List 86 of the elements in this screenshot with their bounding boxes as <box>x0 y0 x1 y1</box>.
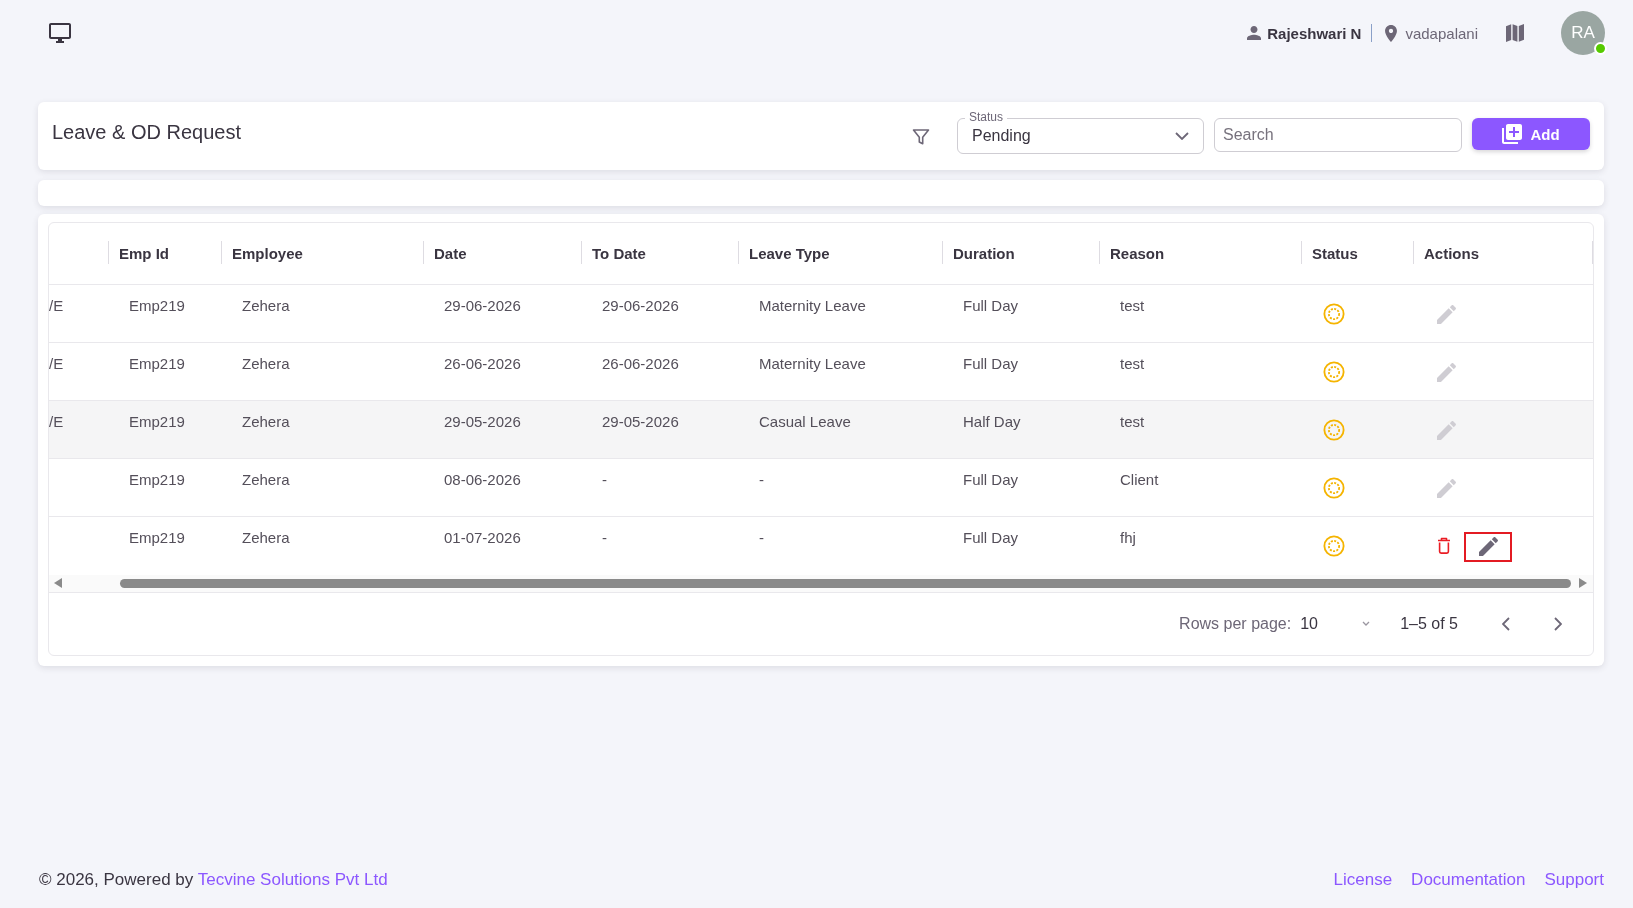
table-cell: Emp219 <box>108 458 221 517</box>
chevron-right-icon <box>1554 616 1562 631</box>
table-cell: Emp219 <box>108 342 221 401</box>
table-cell: Half Day <box>942 400 1099 459</box>
horizontal-scrollbar[interactable] <box>49 574 1593 592</box>
column-header[interactable]: Actions <box>1413 223 1593 285</box>
footer-link[interactable]: Documentation <box>1411 870 1526 890</box>
table-cell: Zehera <box>221 284 423 343</box>
column-header[interactable]: Duration <box>942 223 1099 285</box>
person-icon <box>1247 26 1262 40</box>
map-icon[interactable] <box>1505 23 1525 43</box>
monitor-icon[interactable] <box>49 23 71 43</box>
filter-button[interactable] <box>911 127 931 147</box>
column-header[interactable]: Leave Type <box>738 223 942 285</box>
column-header[interactable]: Employee <box>221 223 423 285</box>
caret-down-icon <box>1362 621 1371 626</box>
column-header[interactable]: Reason <box>1099 223 1301 285</box>
table-cell: Maternity Leave <box>738 342 942 401</box>
table-cell: 08-06-2026 <box>423 458 581 517</box>
table-cell: Zehera <box>221 342 423 401</box>
company-link[interactable]: Tecvine Solutions Pvt Ltd <box>197 870 388 889</box>
chevron-left-icon <box>1502 616 1510 631</box>
table-cell: - <box>581 516 738 575</box>
user-name: Rajeshwari N <box>1267 24 1362 42</box>
filter-icon <box>911 127 931 147</box>
column-header[interactable]: Emp Id <box>108 223 221 285</box>
table-row[interactable]: /E Emp219 Zehera 26-06-2026 26-06-2026 Maternity Leave Full Day test <box>49 342 1593 401</box>
table-cell: 26-06-2026 <box>423 342 581 401</box>
table-cell: Emp219 <box>108 284 221 343</box>
table-row[interactable]: Emp219 Zehera 08-06-2026 - - Full Day Client <box>49 458 1593 517</box>
plus-squares-icon <box>1502 124 1523 144</box>
copyright-text: © 2026, Powered by Tecvine Solutions Pvt Ltd <box>39 870 388 890</box>
table-cell: Full Day <box>942 458 1099 517</box>
footer-link[interactable]: License <box>1333 870 1393 890</box>
table-cell: test <box>1099 284 1301 343</box>
table-cell: - <box>581 458 738 517</box>
pencil-icon <box>1436 305 1456 324</box>
table-cell: 29-05-2026 <box>581 400 738 459</box>
page-range: 1–5 of 5 <box>1400 614 1458 633</box>
table-cell: Client <box>1099 458 1301 517</box>
table-cell: Zehera <box>221 458 423 517</box>
table-cell: /E <box>49 284 108 343</box>
pencil-icon <box>1436 363 1456 382</box>
table-cell: 29-05-2026 <box>423 400 581 459</box>
table-cell: Zehera <box>221 400 423 459</box>
pencil-icon <box>1436 479 1456 498</box>
table-cell: /E <box>49 400 108 459</box>
table-cell: Full Day <box>942 516 1099 575</box>
table-cell: fhj <box>1099 516 1301 575</box>
location-pin-icon <box>1385 24 1398 42</box>
page-title: Leave & OD Request <box>52 120 242 144</box>
table-cell: 26-06-2026 <box>581 342 738 401</box>
table-cell: 29-06-2026 <box>581 284 738 343</box>
table-cell: Casual Leave <box>738 400 942 459</box>
table-row[interactable]: /E Emp219 Zehera 29-06-2026 29-06-2026 Maternity Leave Full Day test <box>49 284 1593 343</box>
table-cell: Emp219 <box>108 516 221 575</box>
table-cell: Full Day <box>942 342 1099 401</box>
table-cell: - <box>738 516 942 575</box>
column-header[interactable]: Status <box>1301 223 1413 285</box>
table-cell: Emp219 <box>108 400 221 459</box>
table-row[interactable]: Emp219 Zehera 01-07-2026 - - Full Day fhj <box>49 516 1593 575</box>
chevron-down-icon <box>1175 132 1189 140</box>
search-field[interactable]: Search <box>1214 118 1462 152</box>
pencil-icon <box>1478 537 1498 557</box>
table-row[interactable]: /E Emp219 Zehera 29-05-2026 29-05-2026 Casual Leave Half Day test <box>49 400 1593 459</box>
status-label: Status <box>965 110 1008 124</box>
table-cell: - <box>738 458 942 517</box>
pencil-icon <box>1436 421 1456 440</box>
table-cell: test <box>1099 400 1301 459</box>
rows-per-page-label: Rows per page: <box>1179 614 1292 633</box>
add-button[interactable]: Add <box>1472 118 1590 150</box>
footer-link[interactable]: Support <box>1544 870 1604 890</box>
trash-icon <box>1437 537 1451 555</box>
column-header[interactable]: Date <box>423 223 581 285</box>
location-name: vadapalani <box>1405 24 1478 42</box>
table-cell: test <box>1099 342 1301 401</box>
table-cell: Maternity Leave <box>738 284 942 343</box>
delete-button[interactable] <box>1437 537 1451 555</box>
table-cell: Zehera <box>221 516 423 575</box>
column-header[interactable]: To Date <box>581 223 738 285</box>
table-cell: 29-06-2026 <box>423 284 581 343</box>
table-cell: Full Day <box>942 284 1099 343</box>
rows-per-page-select[interactable]: 10 <box>1300 614 1371 633</box>
edit-button[interactable] <box>1464 531 1512 562</box>
table-cell: 01-07-2026 <box>423 516 581 575</box>
table-cell: /E <box>49 342 108 401</box>
